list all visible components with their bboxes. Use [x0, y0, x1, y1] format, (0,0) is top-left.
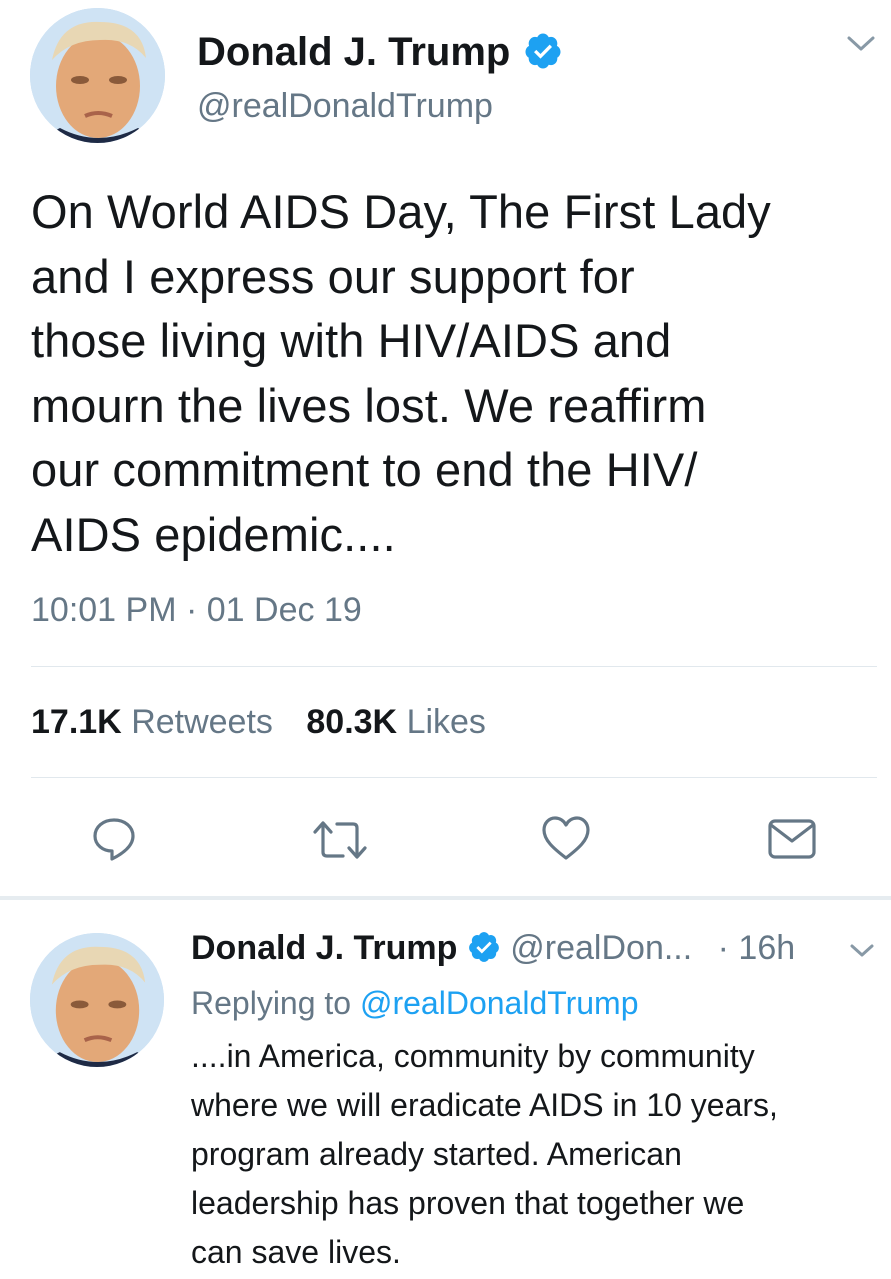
author-handle[interactable]: @realDon... [510, 929, 692, 967]
likes-stat[interactable]: 80.3K Likes [306, 703, 486, 741]
reply-header: Donald J. Trump @realDon... · 16h [191, 925, 795, 971]
avatar[interactable] [30, 8, 165, 143]
reply-icon [93, 818, 135, 861]
engagement-stats: 17.1K Retweets 80.3K Likes [31, 700, 486, 744]
retweets-count: 17.1K [31, 703, 122, 741]
chevron-down-icon [847, 36, 875, 51]
like-button[interactable] [541, 815, 591, 861]
divider [31, 777, 877, 778]
retweets-stat[interactable]: 17.1K Retweets [31, 703, 282, 741]
likes-label: Likes [406, 703, 486, 741]
author-handle[interactable]: @realDonaldTrump [197, 84, 493, 128]
tweet-time: 10:01 PM [31, 591, 177, 629]
tweet-timestamp[interactable]: 10:01 PM · 01 Dec 19 [31, 588, 362, 632]
avatar[interactable] [30, 933, 164, 1067]
chevron-down-icon [850, 944, 874, 957]
author-name-text: Donald J. Trump [197, 30, 511, 74]
author-name[interactable]: Donald J. Trump [197, 28, 563, 76]
replying-to-label: Replying to [191, 985, 352, 1021]
retweet-icon [313, 821, 367, 859]
replying-to-handle[interactable]: @realDonaldTrump [360, 985, 639, 1021]
profile-photo [30, 933, 164, 1067]
time-separator: · [717, 929, 729, 967]
replying-to: Replying to @realDonaldTrump [191, 980, 639, 1026]
direct-message-button[interactable] [767, 817, 817, 861]
reply-text: ....in America, community by community w… [191, 1038, 778, 1270]
direct-message-icon [768, 819, 816, 859]
tweet-date: 01 Dec 19 [206, 591, 362, 629]
tweet-age[interactable]: 16h [738, 929, 795, 967]
profile-photo [30, 8, 165, 143]
tweet-text: On World AIDS Day, The First Lady and I … [31, 185, 771, 561]
more-options-chevron-icon[interactable] [849, 942, 875, 965]
section-divider [0, 896, 891, 900]
author-name[interactable]: Donald J. Trump [191, 929, 457, 967]
like-icon [542, 816, 590, 860]
verified-badge-icon [468, 932, 499, 962]
retweet-button[interactable] [311, 818, 369, 862]
divider [31, 666, 877, 667]
timestamp-separator: · [185, 591, 198, 629]
retweets-label: Retweets [131, 703, 273, 741]
likes-count: 80.3K [306, 703, 398, 741]
verified-badge-icon [525, 33, 561, 69]
more-options-chevron-icon[interactable] [846, 34, 876, 59]
reply-button[interactable] [90, 815, 138, 863]
